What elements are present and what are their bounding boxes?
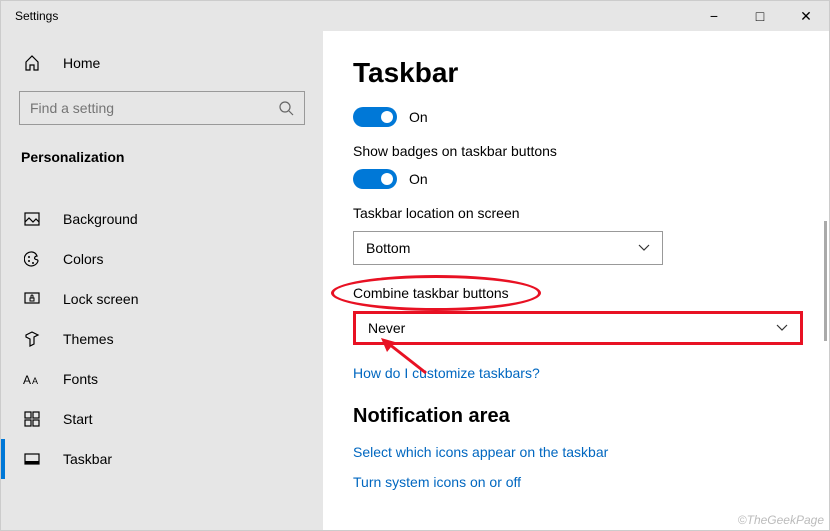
lock-screen-icon [21,291,43,307]
badges-label: Show badges on taskbar buttons [353,143,799,159]
search-field[interactable] [30,100,278,116]
maximize-button[interactable]: □ [737,1,783,31]
section-header: Personalization [1,139,323,179]
sidebar-item-label: Background [63,211,138,227]
minimize-button[interactable]: − [691,1,737,31]
content-area: Taskbar On Show badges on taskbar button… [323,31,829,530]
notif-link-system[interactable]: Turn system icons on or off [353,474,799,490]
sidebar-item-label: Themes [63,331,114,347]
close-button[interactable]: ✕ [783,1,829,31]
notification-heading: Notification area [353,405,799,428]
location-label: Taskbar location on screen [353,205,799,221]
sidebar-item-start[interactable]: Start [1,399,323,439]
sidebar-item-label: Start [63,411,93,427]
home-label: Home [63,55,100,71]
help-link[interactable]: How do I customize taskbars? [353,365,799,381]
sidebar-item-colors[interactable]: Colors [1,239,323,279]
search-input[interactable] [19,91,305,125]
page-title: Taskbar [353,57,799,89]
svg-text:A: A [23,373,31,387]
combine-label: Combine taskbar buttons [353,285,799,301]
notif-link-icons[interactable]: Select which icons appear on the taskbar [353,444,799,460]
sidebar-item-lockscreen[interactable]: Lock screen [1,279,323,319]
toggle-switch-1[interactable] [353,107,397,127]
titlebar: Settings − □ ✕ [1,1,829,31]
sidebar-item-label: Colors [63,251,103,267]
combine-select[interactable]: Never [353,311,803,345]
sidebar-item-taskbar[interactable]: Taskbar [1,439,323,479]
home-nav[interactable]: Home [1,43,323,83]
watermark: ©TheGeekPage [738,513,824,527]
sidebar: Home Personalization Background [1,31,323,530]
location-value: Bottom [366,240,410,256]
location-select[interactable]: Bottom [353,231,663,265]
svg-text:A: A [32,376,38,386]
taskbar-icon [21,451,43,467]
toggle-switch-badges[interactable] [353,169,397,189]
home-icon [21,55,43,71]
palette-icon [21,251,43,267]
sidebar-item-label: Taskbar [63,451,112,467]
themes-icon [21,331,43,347]
chevron-down-icon [776,324,788,332]
picture-icon [21,211,43,227]
start-icon [21,411,43,427]
scrollbar[interactable] [824,221,827,341]
sidebar-item-label: Lock screen [63,291,138,307]
fonts-icon: AA [21,371,43,387]
sidebar-item-background[interactable]: Background [1,199,323,239]
combine-value: Never [368,320,405,336]
window-title: Settings [15,9,58,23]
toggle-label-1: On [409,109,428,125]
sidebar-item-fonts[interactable]: AA Fonts [1,359,323,399]
sidebar-item-themes[interactable]: Themes [1,319,323,359]
sidebar-item-label: Fonts [63,371,98,387]
chevron-down-icon [638,244,650,252]
toggle-label-badges: On [409,171,428,187]
search-icon [278,100,294,116]
